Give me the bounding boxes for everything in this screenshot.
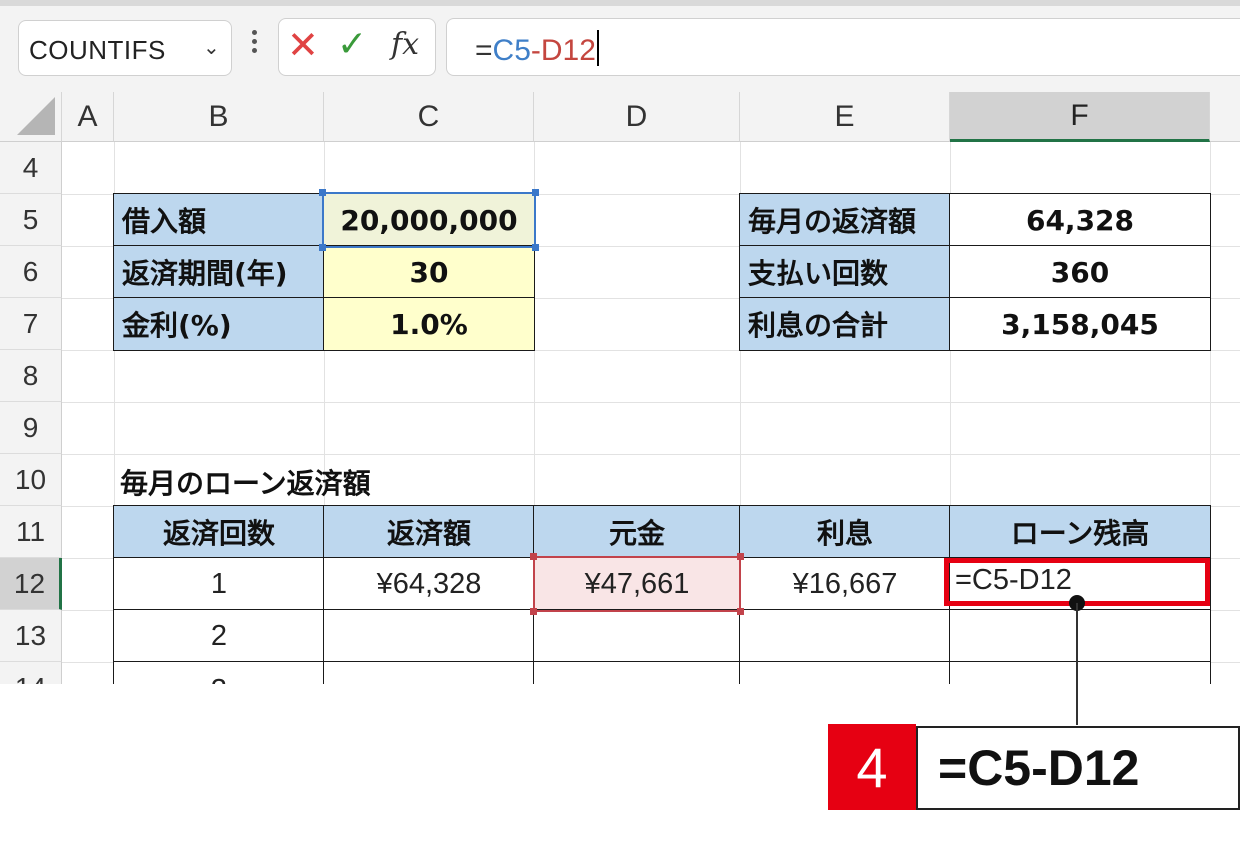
name-box-value: COUNTIFS <box>29 35 166 65</box>
cell-c12[interactable]: ¥64,328 <box>323 557 535 611</box>
row-header-6[interactable]: 6 <box>0 246 62 298</box>
row-header-7[interactable]: 7 <box>0 298 62 350</box>
cell-e12[interactable]: ¥16,667 <box>739 557 951 611</box>
insert-function-icon[interactable]: fx <box>391 27 419 62</box>
cell-f5[interactable]: 64,328 <box>949 193 1211 247</box>
cancel-icon[interactable]: ✕ <box>287 25 319 65</box>
column-header-e[interactable]: E <box>740 92 950 142</box>
row-header-5[interactable]: 5 <box>0 194 62 246</box>
row-header-12[interactable]: 12 <box>0 558 62 610</box>
selection-handle[interactable] <box>737 553 744 560</box>
cell-f7[interactable]: 3,158,045 <box>949 297 1211 351</box>
cell-f12-editing-text: =C5-D12 <box>955 564 1072 596</box>
column-header-c[interactable]: C <box>324 92 534 142</box>
cell-e14[interactable] <box>739 661 951 684</box>
cell-b12[interactable]: 1 <box>113 557 325 611</box>
cell-e13[interactable] <box>739 609 951 663</box>
selection-handle[interactable] <box>737 608 744 615</box>
cell-e6[interactable]: 支払い回数 <box>739 245 951 299</box>
gridline <box>62 402 1240 403</box>
text-caret <box>596 30 599 66</box>
cell-c6[interactable]: 30 <box>323 245 535 299</box>
cell-b5[interactable]: 借入額 <box>113 193 325 247</box>
formula-ref-c5: C5 <box>492 34 531 67</box>
cell-e11[interactable]: 利息 <box>739 505 951 559</box>
chevron-down-icon[interactable]: ⌄ <box>203 35 220 59</box>
selection-handle[interactable] <box>532 189 539 196</box>
row-header-9[interactable]: 9 <box>0 402 62 454</box>
cell-b11[interactable]: 返済回数 <box>113 505 325 559</box>
formula-operator: - <box>530 34 541 67</box>
row-header-13[interactable]: 13 <box>0 610 62 662</box>
column-header-a[interactable]: A <box>62 92 114 142</box>
selection-handle[interactable] <box>530 608 537 615</box>
formula-ref-d12: D12 <box>540 34 596 67</box>
cell-b7[interactable]: 金利(%) <box>113 297 325 351</box>
selection-handle[interactable] <box>319 189 326 196</box>
check-icon[interactable]: ✓ <box>337 25 367 65</box>
cell-c5[interactable]: 20,000,000 <box>323 193 535 247</box>
cell-e5[interactable]: 毎月の返済額 <box>739 193 951 247</box>
schedule-title: 毎月のローン返済額 <box>120 467 371 500</box>
formula-prefix: = <box>475 34 493 67</box>
cell-f6[interactable]: 360 <box>949 245 1211 299</box>
row-header-10[interactable]: 10 <box>0 454 62 506</box>
cell-b14[interactable]: 3 <box>113 661 325 684</box>
callout-formula: =C5-D12 <box>916 726 1240 810</box>
column-header-g[interactable] <box>1210 92 1240 142</box>
cell-c7[interactable]: 1.0% <box>323 297 535 351</box>
cell-d12[interactable]: ¥47,661 <box>533 557 741 611</box>
cell-f14[interactable] <box>949 661 1211 684</box>
gridline <box>62 454 1240 455</box>
spreadsheet-grid[interactable]: A B C D E F 4 5 6 7 8 9 10 11 12 13 14 借… <box>0 92 1240 684</box>
cell-d14[interactable] <box>533 661 741 684</box>
selection-handle[interactable] <box>319 244 326 251</box>
cell-c13[interactable] <box>323 609 535 663</box>
row-header-14[interactable]: 14 <box>0 662 62 684</box>
formula-bar: COUNTIFS ⌄ ✕ ✓ fx =C5-D12 <box>0 0 1240 92</box>
formula-input[interactable]: =C5-D12 <box>446 18 1240 76</box>
step-number-badge: 4 <box>828 724 916 810</box>
selection-handle[interactable] <box>532 244 539 251</box>
column-header-b[interactable]: B <box>114 92 324 142</box>
ribbon-edge <box>0 0 1240 6</box>
cell-c14[interactable] <box>323 661 535 684</box>
column-header-f[interactable]: F <box>950 92 1210 142</box>
row-header-8[interactable]: 8 <box>0 350 62 402</box>
callout-line <box>1076 603 1078 725</box>
cell-c11[interactable]: 返済額 <box>323 505 535 559</box>
formula-text: =C5-D12 <box>475 30 599 68</box>
select-all-corner[interactable] <box>0 92 62 142</box>
cell-f11[interactable]: ローン残高 <box>949 505 1211 559</box>
cell-e7[interactable]: 利息の合計 <box>739 297 951 351</box>
cell-b6[interactable]: 返済期間(年) <box>113 245 325 299</box>
cell-d11[interactable]: 元金 <box>533 505 741 559</box>
column-header-d[interactable]: D <box>534 92 740 142</box>
row-header-11[interactable]: 11 <box>0 506 62 558</box>
name-box[interactable]: COUNTIFS ⌄ <box>18 20 232 76</box>
selection-handle[interactable] <box>530 553 537 560</box>
more-options-icon[interactable] <box>252 30 258 57</box>
cell-d13[interactable] <box>533 609 741 663</box>
cell-b13[interactable]: 2 <box>113 609 325 663</box>
row-header-4[interactable]: 4 <box>0 142 62 194</box>
cell-f13[interactable] <box>949 609 1211 663</box>
formula-actions: ✕ ✓ fx <box>278 18 436 76</box>
